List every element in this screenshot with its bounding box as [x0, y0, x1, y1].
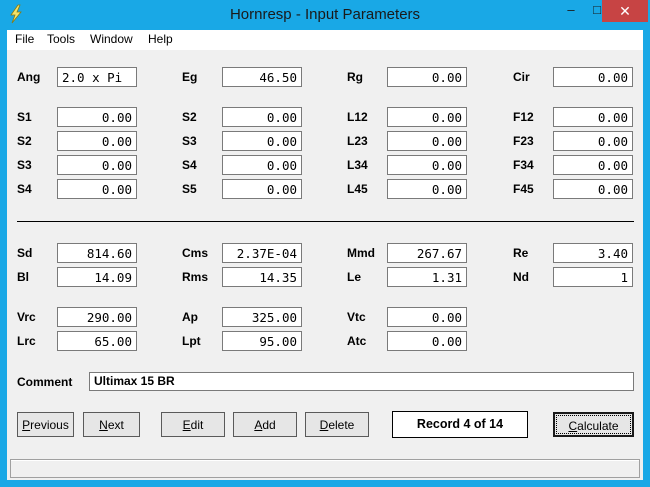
label-le: Le	[347, 270, 362, 284]
label-cir: Cir	[513, 70, 530, 84]
field-lrc[interactable]: 65.00	[57, 331, 137, 351]
edit-button[interactable]: Edit	[161, 412, 225, 437]
window-title: Hornresp - Input Parameters	[229, 6, 421, 23]
label-l45: L45	[347, 182, 368, 196]
section-divider	[17, 221, 634, 222]
label-s3: S3	[17, 158, 32, 172]
menu-tools[interactable]: Tools	[47, 32, 75, 46]
field-eg[interactable]: 46.50	[222, 67, 302, 87]
label-comment: Comment	[17, 375, 73, 389]
label-f12: F12	[513, 110, 534, 124]
field-s1[interactable]: 0.00	[57, 107, 137, 127]
field-s3-b[interactable]: 0.00	[222, 131, 302, 151]
field-mmd[interactable]: 267.67	[387, 243, 467, 263]
label-s4: S4	[17, 182, 32, 196]
menu-file[interactable]: File	[15, 32, 34, 46]
add-button[interactable]: Add	[233, 412, 297, 437]
field-bl[interactable]: 14.09	[57, 267, 137, 287]
label-lpt: Lpt	[182, 334, 201, 348]
field-s4[interactable]: 0.00	[57, 179, 137, 199]
label-ang: Ang	[17, 70, 41, 84]
label-f34: F34	[513, 158, 534, 172]
field-ap[interactable]: 325.00	[222, 307, 302, 327]
field-s2-b[interactable]: 0.00	[222, 107, 302, 127]
menu-window[interactable]: Window	[90, 32, 133, 46]
field-rms[interactable]: 14.35	[222, 267, 302, 287]
label-lrc: Lrc	[17, 334, 36, 348]
field-vrc[interactable]: 290.00	[57, 307, 137, 327]
field-s5[interactable]: 0.00	[222, 179, 302, 199]
menu-bar: File Tools Window Help	[7, 30, 643, 50]
label-eg: Eg	[182, 70, 198, 84]
field-l12[interactable]: 0.00	[387, 107, 467, 127]
field-cir[interactable]: 0.00	[553, 67, 633, 87]
field-nd[interactable]: 1	[553, 267, 633, 287]
close-icon: ✕	[619, 3, 631, 19]
field-vtc[interactable]: 0.00	[387, 307, 467, 327]
comment-field[interactable]: Ultimax 15 BR	[89, 372, 634, 391]
label-cms: Cms	[182, 246, 209, 260]
status-bar	[10, 459, 640, 478]
label-s5: S5	[182, 182, 197, 196]
close-button[interactable]: ✕	[602, 0, 648, 22]
field-s3[interactable]: 0.00	[57, 155, 137, 175]
label-ap: Ap	[182, 310, 198, 324]
field-le[interactable]: 1.31	[387, 267, 467, 287]
label-l23: L23	[347, 134, 368, 148]
delete-button[interactable]: Delete	[305, 412, 369, 437]
label-rg: Rg	[347, 70, 363, 84]
label-vrc: Vrc	[17, 310, 36, 324]
minimize-button[interactable]: –	[558, 0, 584, 22]
label-s4-b: S4	[182, 158, 197, 172]
menu-help[interactable]: Help	[148, 32, 173, 46]
label-s2-b: S2	[182, 110, 197, 124]
label-mmd: Mmd	[347, 246, 375, 260]
minimize-icon: –	[567, 2, 575, 17]
field-s2[interactable]: 0.00	[57, 131, 137, 151]
field-l45[interactable]: 0.00	[387, 179, 467, 199]
label-atc: Atc	[347, 334, 367, 348]
title-bar[interactable]: Hornresp - Input Parameters – □ ✕	[0, 0, 650, 30]
label-nd: Nd	[513, 270, 529, 284]
client-area: File Tools Window Help Ang 2.0 x Pi Eg 4…	[7, 30, 643, 480]
label-l34: L34	[347, 158, 368, 172]
record-indicator: Record 4 of 14	[392, 411, 528, 438]
input-parameters-form: Ang 2.0 x Pi Eg 46.50 Rg 0.00 Cir 0.00 S…	[7, 50, 643, 480]
label-vtc: Vtc	[347, 310, 366, 324]
label-re: Re	[513, 246, 529, 260]
field-cms[interactable]: 2.37E-04	[222, 243, 302, 263]
field-f45[interactable]: 0.00	[553, 179, 633, 199]
field-sd[interactable]: 814.60	[57, 243, 137, 263]
field-rg[interactable]: 0.00	[387, 67, 467, 87]
label-rms: Rms	[182, 270, 209, 284]
label-bl: Bl	[17, 270, 29, 284]
field-f12[interactable]: 0.00	[553, 107, 633, 127]
field-f23[interactable]: 0.00	[553, 131, 633, 151]
field-atc[interactable]: 0.00	[387, 331, 467, 351]
next-button[interactable]: Next	[83, 412, 140, 437]
label-f45: F45	[513, 182, 534, 196]
field-l34[interactable]: 0.00	[387, 155, 467, 175]
label-f23: F23	[513, 134, 534, 148]
label-s2: S2	[17, 134, 32, 148]
field-re[interactable]: 3.40	[553, 243, 633, 263]
label-s3-b: S3	[182, 134, 197, 148]
field-l23[interactable]: 0.00	[387, 131, 467, 151]
label-l12: L12	[347, 110, 368, 124]
app-window: Hornresp - Input Parameters – □ ✕ File T…	[0, 0, 650, 487]
field-ang[interactable]: 2.0 x Pi	[57, 67, 137, 87]
field-s4-b[interactable]: 0.00	[222, 155, 302, 175]
previous-button[interactable]: Previous	[17, 412, 74, 437]
label-sd: Sd	[17, 246, 33, 260]
field-f34[interactable]: 0.00	[553, 155, 633, 175]
field-lpt[interactable]: 95.00	[222, 331, 302, 351]
calculate-button[interactable]: Calculate	[553, 412, 634, 437]
label-s1: S1	[17, 110, 32, 124]
